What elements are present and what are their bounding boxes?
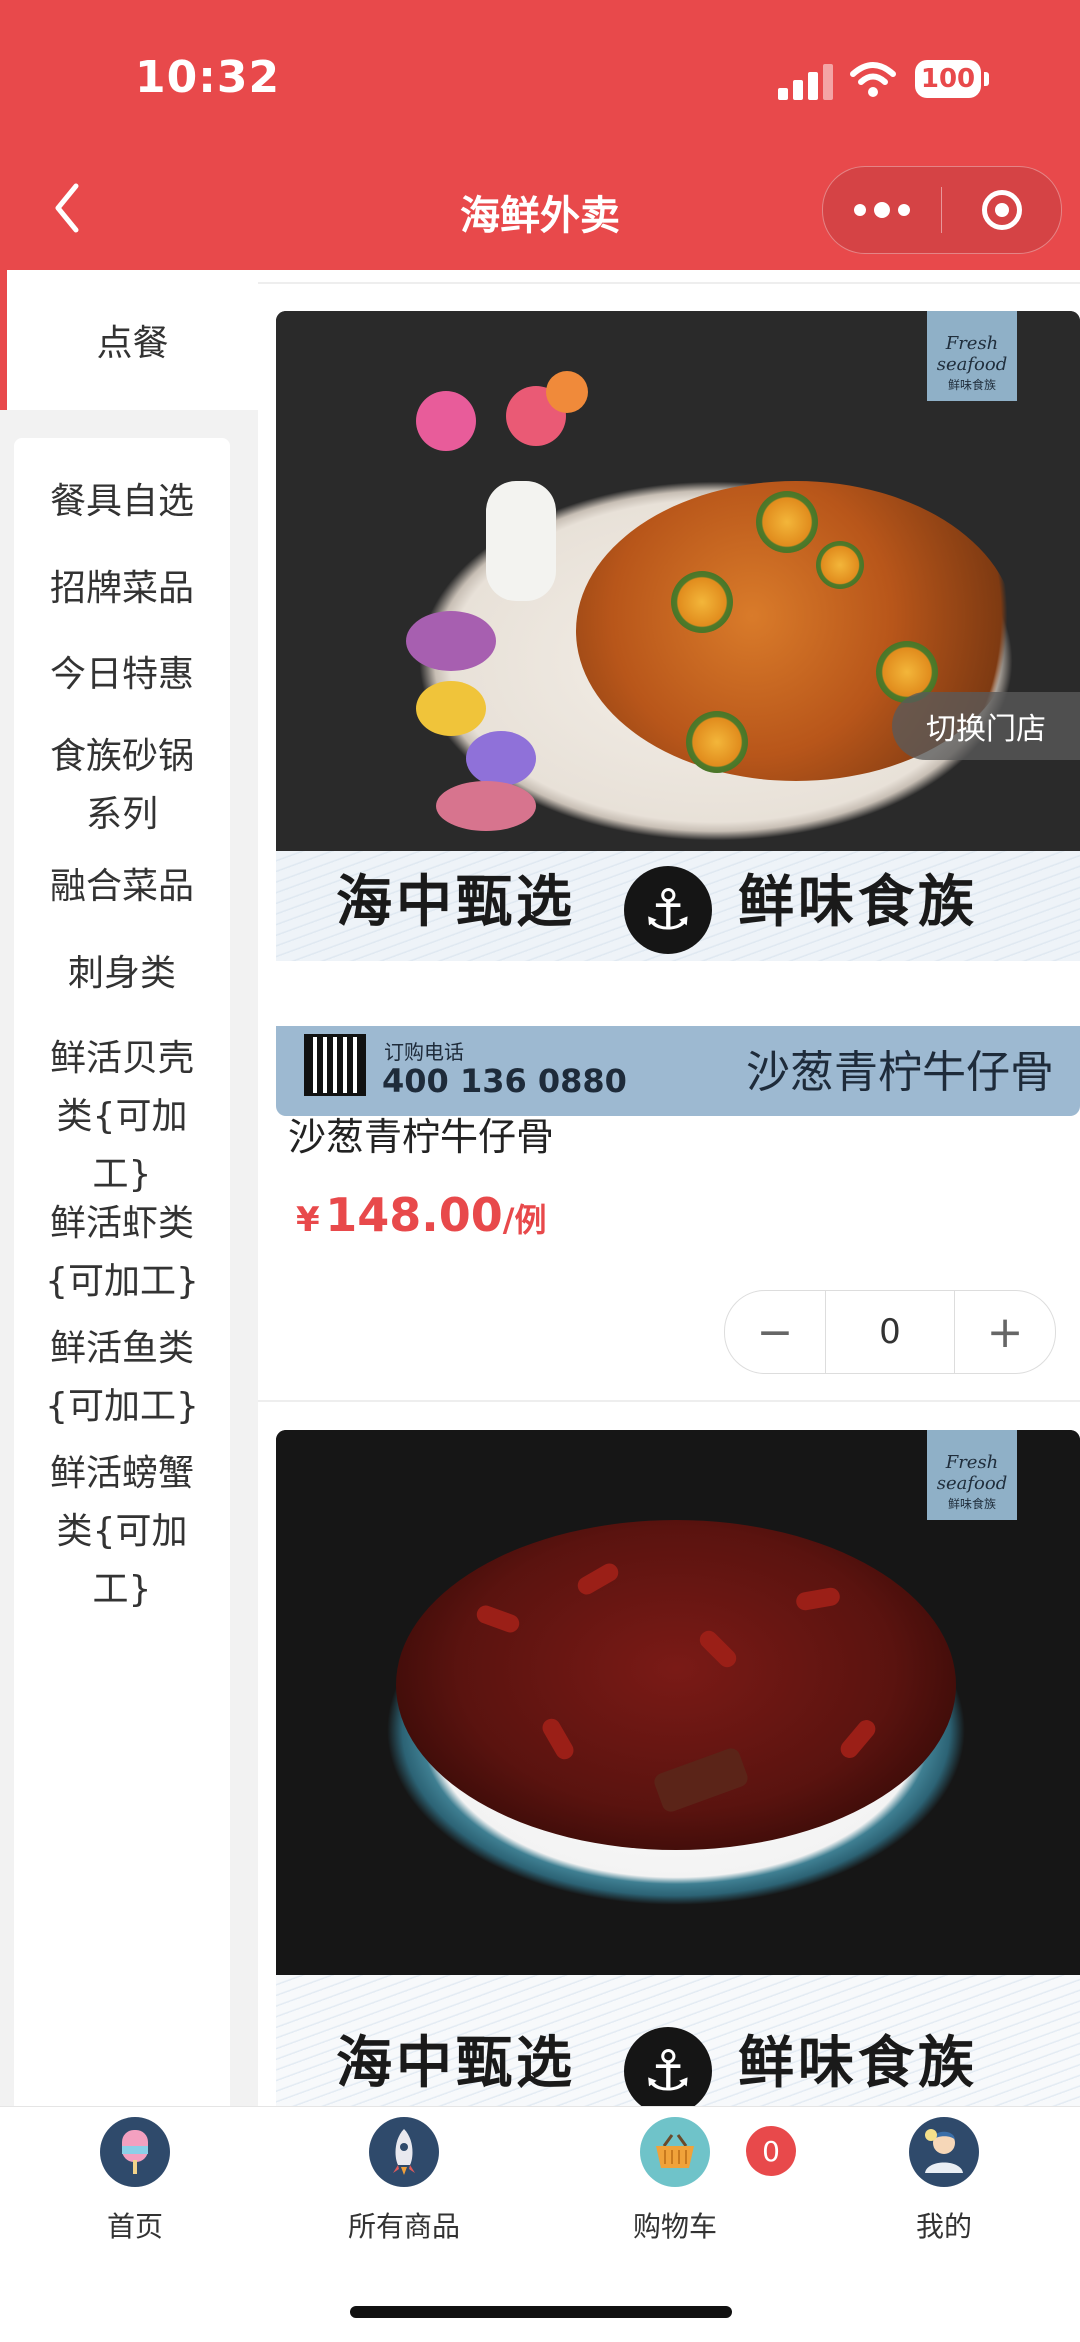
product-image[interactable]: Fresh seafood 鲜味食族 海中甄选 ⚓ 鲜味食族: [276, 1430, 1080, 2106]
battery-icon: 100: [915, 60, 981, 98]
brand-logo: Fresh seafood 鲜味食族: [927, 1430, 1017, 1520]
more-dot-icon: [898, 204, 910, 216]
popsicle-icon: [100, 2117, 170, 2187]
sidebar-item-daily-deals[interactable]: 今日特惠: [14, 646, 230, 704]
tab-profile[interactable]: 我的: [844, 2117, 1044, 2245]
banner-slogan-right: 鲜味食族: [738, 2030, 978, 2096]
header-bar: 10:32 100 海鲜外卖: [0, 0, 1080, 270]
avatar-icon: [909, 2117, 979, 2187]
sidebar-item-shrimp[interactable]: 鲜活虾类{可加工}: [14, 1195, 230, 1311]
more-dot-icon: [874, 202, 890, 218]
home-indicator[interactable]: [350, 2306, 732, 2318]
sidebar-item-tableware[interactable]: 餐具自选: [14, 473, 230, 531]
brand-logo: Fresh seafood 鲜味食族: [927, 311, 1017, 401]
sidebar-item-crab[interactable]: 鲜活螃蟹类{可加工}: [14, 1445, 230, 1619]
price-amount: 148.00: [325, 1188, 503, 1242]
tab-all-products-label: 所有商品: [347, 2210, 460, 2243]
price-unit: /例: [502, 1201, 547, 1239]
tab-all-products[interactable]: 所有商品: [304, 2117, 504, 2245]
dish-photo: Fresh seafood 鲜味食族: [276, 1430, 1080, 1975]
more-menu-button[interactable]: [823, 167, 941, 253]
sidebar-item-signature[interactable]: 招牌菜品: [14, 560, 230, 618]
image-dish-caption: 沙葱青柠牛仔骨: [746, 1047, 1054, 1098]
mini-program-capsule: [822, 166, 1062, 254]
rocket-icon: [369, 2117, 439, 2187]
sidebar-item-fusion[interactable]: 融合菜品: [14, 858, 230, 916]
cellular-signal-icon: [778, 64, 838, 100]
basket-icon: [640, 2117, 710, 2187]
banner-slogan-left: 海中甄选: [336, 2030, 576, 2096]
anchor-icon: ⚓: [624, 2027, 712, 2106]
lime-slice: [671, 571, 733, 633]
more-dot-icon: [854, 204, 866, 216]
wifi-icon: [850, 62, 896, 97]
category-list: 餐具自选 招牌菜品 今日特惠 食族砂锅系列 融合菜品 刺身类 鲜活贝壳类{可加工…: [14, 438, 230, 2138]
dish-photo: Fresh seafood 鲜味食族: [276, 311, 1080, 851]
sidebar-item-shellfish[interactable]: 鲜活贝壳类{可加工}: [14, 1030, 230, 1204]
tab-cart[interactable]: 购物车: [575, 2117, 775, 2245]
banner-slogan-left: 海中甄选: [336, 869, 576, 935]
top-divider: [258, 282, 1080, 284]
banner-slogan-right: 鲜味食族: [738, 869, 978, 935]
battery-tip: [984, 72, 989, 86]
switch-store-button[interactable]: 切换门店: [892, 692, 1080, 760]
quantity-value[interactable]: 0: [825, 1291, 955, 1373]
flower-garnish: [396, 371, 616, 841]
price-currency: ¥: [296, 1200, 320, 1240]
tab-profile-label: 我的: [915, 2210, 972, 2243]
order-phone-label: 订购电话: [384, 1040, 464, 1064]
category-sidebar: 点餐 餐具自选 招牌菜品 今日特惠 食族砂锅系列 融合菜品 刺身类 鲜活贝壳类{…: [0, 270, 258, 2138]
sidebar-item-fish[interactable]: 鲜活鱼类{可加工}: [14, 1320, 230, 1436]
close-mini-program-button[interactable]: [942, 167, 1061, 253]
lime-slice: [756, 491, 818, 553]
product-divider: [258, 1400, 1080, 1402]
sidebar-item-sashimi[interactable]: 刺身类: [14, 945, 230, 1003]
order-phone-number: 400 136 0880: [382, 1062, 627, 1100]
lime-slice: [686, 711, 748, 773]
product-name[interactable]: 沙葱青柠牛仔骨: [288, 1106, 554, 1161]
sidebar-item-casserole[interactable]: 食族砂锅系列: [14, 728, 230, 844]
sidebar-item-order[interactable]: 点餐: [0, 270, 258, 410]
tab-cart-label: 购物车: [632, 2210, 717, 2243]
quantity-stepper: − 0 +: [724, 1290, 1056, 1374]
lime-slice: [816, 541, 864, 589]
product-price: ¥ 148.00/例: [296, 1188, 546, 1242]
target-close-icon: [981, 190, 1022, 230]
decrease-button[interactable]: −: [725, 1291, 825, 1373]
tab-home[interactable]: 首页: [35, 2117, 235, 2245]
anchor-icon: ⚓: [624, 866, 712, 954]
tab-home-label: 首页: [106, 2210, 163, 2243]
order-info-bar: 订购电话 400 136 0880 沙葱青柠牛仔骨: [276, 1026, 1080, 1116]
cart-count-badge: 0: [746, 2126, 796, 2176]
qr-code-icon: [304, 1034, 366, 1096]
increase-button[interactable]: +: [955, 1291, 1055, 1373]
status-time: 10:32: [135, 52, 281, 103]
